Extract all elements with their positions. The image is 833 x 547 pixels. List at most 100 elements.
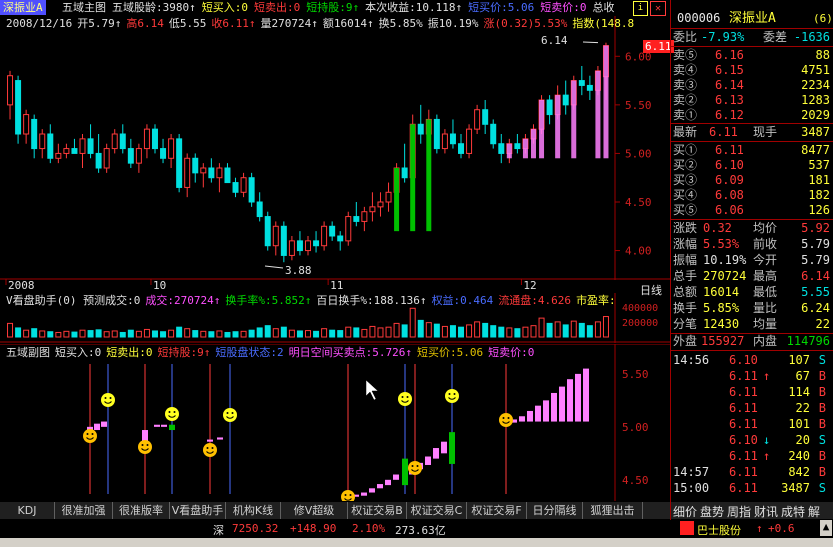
volume-bar[interactable] [296, 330, 303, 338]
volume-bar[interactable] [23, 329, 30, 338]
volume-bar[interactable] [240, 330, 247, 338]
candle[interactable] [168, 134, 175, 168]
sub-bar[interactable] [217, 437, 223, 440]
candle[interactable] [119, 124, 126, 154]
candle[interactable] [554, 85, 561, 159]
volume-bar[interactable] [232, 331, 239, 338]
volume-bar[interactable] [594, 321, 601, 338]
sub-bar[interactable] [575, 373, 581, 422]
volume-bar[interactable] [63, 330, 70, 338]
tick-row[interactable]: 6.11 22 B [671, 400, 833, 417]
candle[interactable] [490, 119, 497, 149]
buy-level-row[interactable]: 买⑤ 6.06 126 [671, 202, 833, 219]
volume-bar[interactable] [337, 330, 344, 338]
tab-1[interactable]: 很准加强 [55, 502, 113, 519]
candle[interactable] [151, 124, 158, 154]
sub-bar[interactable] [154, 424, 160, 427]
candle[interactable] [409, 114, 416, 232]
volume-bar[interactable] [522, 326, 529, 338]
candle[interactable] [321, 221, 328, 251]
candle[interactable] [466, 124, 473, 159]
sub-bar[interactable] [441, 441, 447, 454]
candle[interactable] [143, 124, 150, 159]
sub-bar[interactable] [535, 405, 541, 422]
candle[interactable] [602, 42, 609, 159]
stock-name-label[interactable]: 深振业A [0, 0, 46, 15]
volume-bar[interactable] [578, 322, 585, 338]
candle[interactable] [377, 192, 384, 217]
volume-bar[interactable] [280, 326, 287, 338]
volume-bar[interactable] [7, 322, 14, 338]
info-icon[interactable]: i [633, 1, 648, 16]
candle[interactable] [305, 236, 311, 256]
volume-bar[interactable] [176, 326, 183, 338]
tab-5[interactable]: 修V超级MACD [281, 502, 348, 534]
candle[interactable] [208, 158, 215, 183]
tab-6[interactable]: 权证交易B [348, 502, 407, 519]
candle[interactable] [31, 114, 38, 159]
candle[interactable] [15, 75, 22, 144]
candle[interactable] [474, 104, 481, 134]
sub-bar[interactable] [527, 410, 533, 422]
candle[interactable] [562, 80, 569, 115]
volume-bar[interactable] [441, 325, 448, 338]
candle[interactable] [240, 172, 247, 198]
smiley-icon[interactable] [203, 443, 217, 457]
candle[interactable] [47, 124, 54, 164]
candle[interactable] [578, 66, 585, 96]
volume-bar[interactable] [127, 329, 134, 338]
candle[interactable] [369, 192, 376, 222]
stat-row[interactable]: 振幅 10.19% 今开 5.79 [671, 252, 833, 269]
volume-bar[interactable] [425, 322, 432, 338]
volume-bar[interactable] [345, 326, 352, 338]
volume-bar[interactable] [79, 329, 86, 338]
candlestick-chart[interactable]: 4.004.505.005.506.002008 10 11 12 [0, 0, 670, 293]
volume-bar[interactable] [111, 330, 118, 338]
sub-bar[interactable] [169, 424, 175, 431]
candle[interactable] [498, 134, 505, 164]
candle[interactable] [160, 138, 167, 164]
stat-row[interactable]: 总额 16014 最低 5.55 [671, 284, 833, 301]
sub-bar[interactable] [551, 392, 557, 422]
candle[interactable] [514, 134, 521, 154]
smiley-icon[interactable] [341, 490, 355, 501]
candle[interactable] [272, 221, 279, 256]
candle[interactable] [353, 202, 360, 227]
volume-bar[interactable] [200, 330, 207, 338]
volume-bar[interactable] [385, 326, 392, 338]
candle[interactable] [23, 109, 30, 144]
volume-bar[interactable] [192, 330, 199, 338]
candle[interactable] [482, 100, 489, 134]
stat-row[interactable]: 涨跌 0.32 均价 5.92 [671, 220, 833, 237]
candle[interactable] [216, 163, 223, 193]
candle[interactable] [63, 143, 70, 159]
volume-bar[interactable] [554, 321, 561, 338]
candle[interactable] [111, 129, 118, 154]
volume-bar[interactable] [506, 327, 513, 338]
smiley-icon[interactable] [408, 461, 422, 475]
stat-row[interactable]: 涨幅 5.53% 前收 5.79 [671, 236, 833, 253]
volume-bar[interactable] [482, 322, 489, 338]
candle[interactable] [586, 75, 593, 100]
candle[interactable] [401, 143, 408, 183]
volume-bar[interactable] [224, 331, 231, 338]
candle[interactable] [361, 206, 368, 232]
alert-icon[interactable] [680, 521, 694, 535]
sub-bar[interactable] [567, 379, 573, 422]
volume-bar[interactable] [31, 328, 38, 338]
smiley-icon[interactable] [398, 392, 412, 406]
smiley-icon[interactable] [223, 408, 237, 422]
tab-3[interactable]: V看盘助手 [170, 502, 226, 519]
tick-row[interactable]: 6.10 ↓ 20 S [671, 432, 833, 449]
candle[interactable] [95, 134, 102, 173]
quote-tab-2[interactable]: 周指 [727, 503, 751, 520]
volume-bar[interactable] [449, 325, 456, 338]
candle[interactable] [232, 177, 239, 198]
candle[interactable] [530, 124, 537, 159]
candle[interactable] [337, 231, 344, 251]
quote-tab-4[interactable]: 成特 [781, 503, 805, 520]
volume-bar[interactable] [151, 330, 158, 338]
volume-bar[interactable] [71, 331, 78, 338]
volume-bar[interactable] [135, 330, 142, 338]
volume-bar[interactable] [208, 331, 215, 338]
